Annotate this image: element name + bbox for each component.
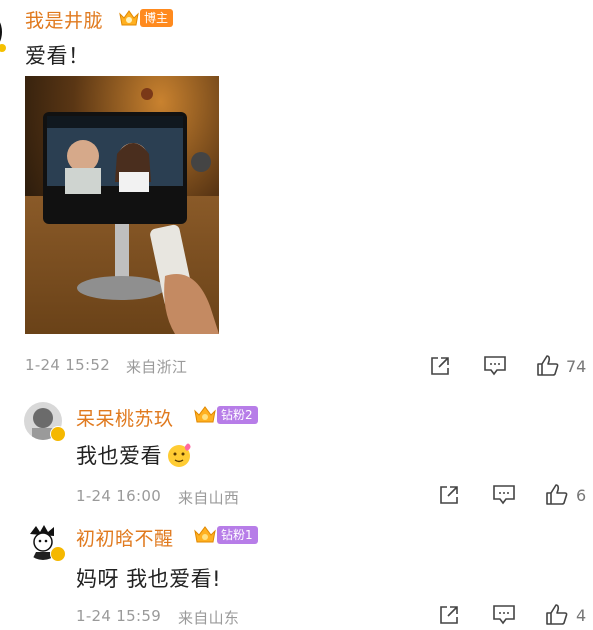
reply-2-like-button[interactable]: 4	[545, 603, 586, 627]
crown-icon	[119, 10, 139, 26]
photo-image	[25, 76, 219, 334]
reply-1-text: 我也爱看	[76, 440, 194, 470]
thumbs-up-icon	[546, 604, 568, 625]
reply-2-comment-button[interactable]	[492, 604, 516, 630]
main-comment-text: 爱看！	[25, 44, 90, 68]
reply-1-comment-button[interactable]	[492, 484, 516, 510]
share-icon	[440, 606, 458, 624]
reply-1-location: 来自山西	[178, 489, 240, 507]
verified-badge-icon	[50, 546, 66, 562]
fan-badge-1: 钻粉2	[193, 405, 258, 425]
reply-1-like-count: 6	[576, 485, 587, 505]
comment-icon	[493, 485, 515, 505]
reply-2-like-count: 4	[576, 605, 587, 625]
reply-1-text-content: 我也爱看	[76, 444, 162, 468]
main-like-button[interactable]: 74	[536, 354, 586, 378]
blogger-badge-label: 博主	[140, 9, 174, 27]
main-avatar-partial[interactable]	[0, 12, 10, 58]
reply-1-like-button[interactable]: 6	[545, 483, 586, 507]
reply-2-location: 来自山东	[178, 609, 240, 627]
reply-1-time: 1-24 16:00	[76, 487, 162, 505]
crown-icon	[194, 406, 216, 423]
main-comment-author[interactable]: 我是井胧	[25, 6, 103, 33]
comment-photo[interactable]	[25, 76, 219, 334]
blogger-badge: 博主	[118, 8, 174, 28]
love-emoji-icon	[168, 443, 191, 467]
comment-icon	[493, 605, 515, 625]
thumbs-up-icon	[537, 355, 559, 376]
verified-badge-icon	[50, 426, 66, 442]
reply-2-share-button[interactable]	[438, 604, 460, 630]
reply-2-author[interactable]: 初初晗不醒	[76, 524, 174, 551]
reply-2-text: 妈呀 我也爱看!	[76, 567, 222, 591]
reply-1-share-button[interactable]	[438, 484, 460, 510]
share-icon	[431, 357, 449, 375]
main-like-count: 74	[566, 356, 587, 376]
avatar-edge-icon	[0, 22, 6, 52]
fan-badge-2: 钻粉1	[193, 525, 258, 545]
fan-badge-2-label: 钻粉1	[217, 526, 258, 544]
main-comment-time: 1-24 15:52	[25, 356, 111, 374]
comment-icon	[484, 356, 506, 376]
share-icon	[440, 486, 458, 504]
main-comment-location: 来自浙江	[126, 358, 188, 376]
reply-1-author[interactable]: 呆呆桃苏玖	[76, 404, 174, 431]
main-share-button[interactable]	[429, 355, 451, 381]
fan-badge-1-label: 钻粉2	[217, 406, 258, 424]
crown-icon	[194, 526, 216, 543]
main-comment-button[interactable]	[483, 355, 507, 381]
thumbs-up-icon	[546, 484, 568, 505]
reply-2-time: 1-24 15:59	[76, 607, 162, 625]
